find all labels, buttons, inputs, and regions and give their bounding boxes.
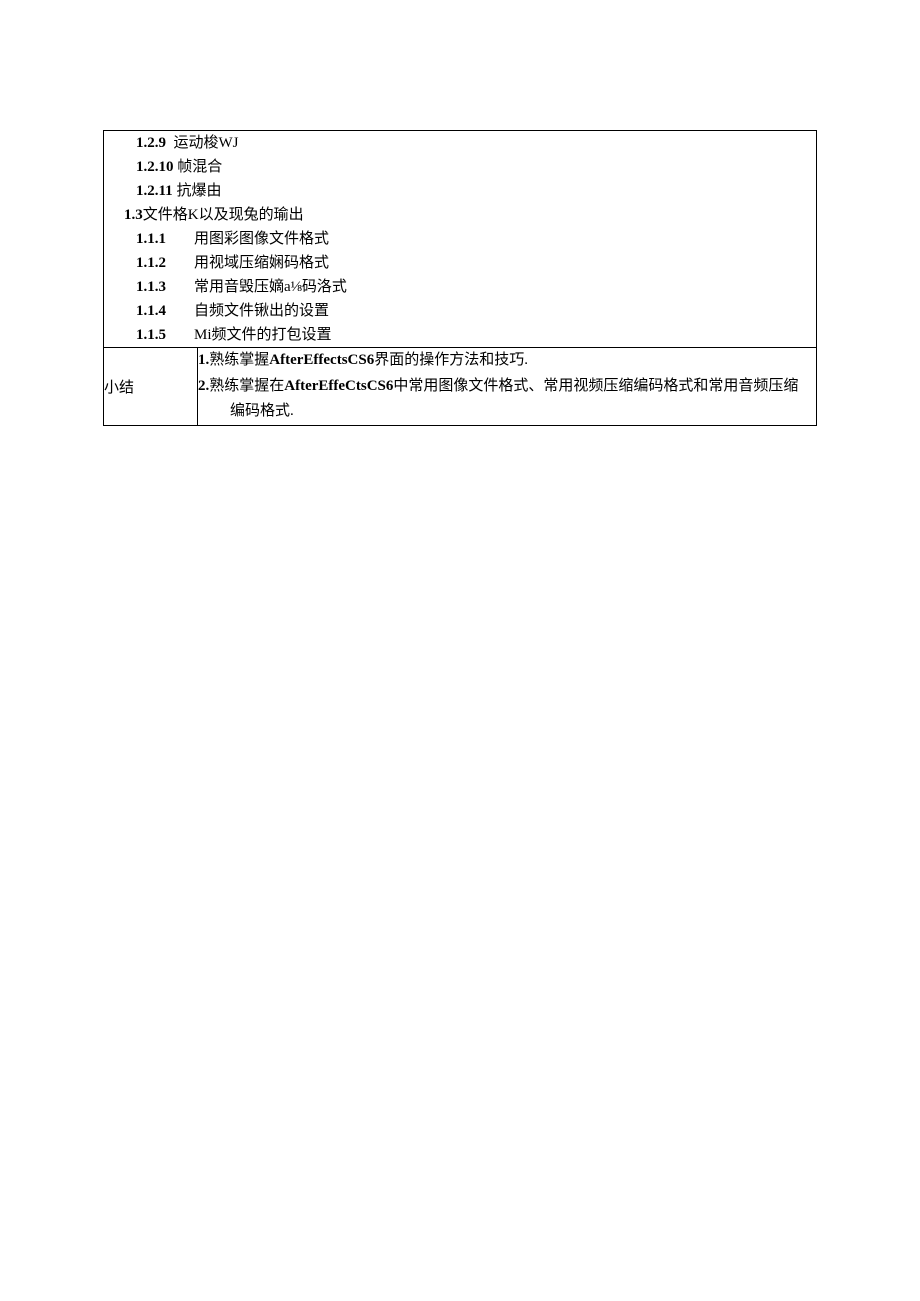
toc-num: 1.1.3 [136,275,194,299]
toc-text: 抗爆由 [176,183,221,199]
summary-item-2: 2.熟练掌握在AfterEffeCtsCS6中常用图像文件格式、常用视频压缩编码… [198,374,816,400]
summary-item-2-cont: 编码格式. [198,399,816,425]
toc-subitem: 1.1.5 Mi频文件的打包设置 [136,323,816,347]
summary-item-1: 1.熟练掌握AfterEffectsCS6界面的操作方法和技巧. [198,348,816,374]
summary-text: 中常用图像文件格式、常用视频压缩编码格式和常用音频压缩 [393,378,798,394]
toc-num: 1.1.4 [136,299,194,323]
toc-line-129: 1.2.9 运动梭WJ [104,131,816,155]
toc-line-1211: 1.2.11 抗爆由 [104,179,816,203]
toc-text: 文件格K以及现兔的瑜出 [143,207,304,223]
toc-num: 1.2.10 [136,159,174,175]
toc-line-1210: 1.2.10 帧混合 [104,155,816,179]
toc-line-13: 1.3文件格K以及现兔的瑜出 [104,203,816,227]
summary-text: 熟练掌握 [209,352,269,368]
toc-num: 1.3 [124,207,143,223]
toc-num: 1.2.9 [136,135,166,151]
summary-label: 小结 [104,380,134,396]
toc-subitem: 1.1.3 常用音毁压嫡a⅛码洛式 [136,275,816,299]
toc-num: 1.1.5 [136,323,194,347]
toc-text: 用视域压缩娴码格式 [194,251,816,275]
toc-subitem: 1.1.1 用图彩图像文件格式 [136,227,816,251]
toc-text: 帧混合 [177,159,222,175]
toc-sublist: 1.1.1 用图彩图像文件格式 1.1.2 用视域压缩娴码格式 1.1.3 常用… [104,227,816,347]
toc-text: Mi频文件的打包设置 [194,323,816,347]
summary-text: 界面的操作方法和技巧. [374,352,528,368]
summary-bold: AfterEffectsCS6 [269,352,374,368]
toc-text: 自频文件锹出的设置 [194,299,816,323]
toc-subitem: 1.1.2 用视域压缩娴码格式 [136,251,816,275]
toc-text: 常用音毁压嫡a⅛码洛式 [194,275,816,299]
toc-subitem: 1.1.4 自频文件锹出的设置 [136,299,816,323]
summary-row: 小结 1.熟练掌握AfterEffectsCS6界面的操作方法和技巧. 2.熟练… [104,348,817,426]
toc-num: 1.2.11 [136,183,173,199]
summary-text: 熟练掌握在 [209,378,284,394]
summary-text: 编码格式. [230,403,294,419]
toc-text: 运动梭WJ [174,135,239,151]
summary-content-cell: 1.熟练掌握AfterEffectsCS6界面的操作方法和技巧. 2.熟练掌握在… [198,348,817,426]
summary-bold: AfterEffeCtsCS6 [284,378,393,394]
toc-cell: 1.2.9 运动梭WJ 1.2.10 帧混合 1.2.11 抗爆由 1.3文件格… [104,131,817,348]
summary-label-cell: 小结 [104,348,198,426]
document-table: 1.2.9 运动梭WJ 1.2.10 帧混合 1.2.11 抗爆由 1.3文件格… [103,130,817,426]
toc-num: 1.1.1 [136,227,194,251]
toc-text: 用图彩图像文件格式 [194,227,816,251]
summary-prefix: 1. [198,352,209,368]
toc-num: 1.1.2 [136,251,194,275]
summary-prefix: 2. [198,378,209,394]
